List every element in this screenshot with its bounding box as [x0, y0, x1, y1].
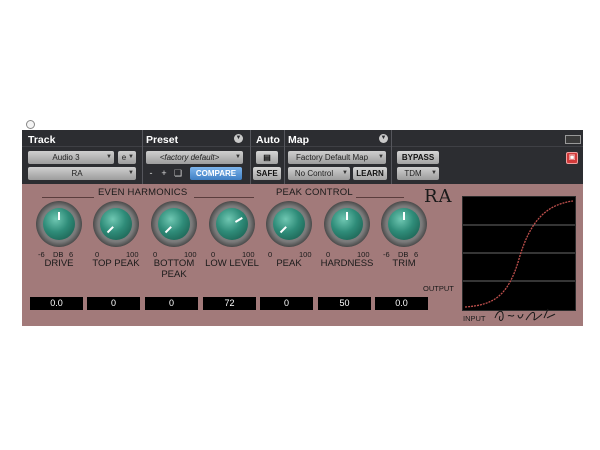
- transfer-curve-graph: [462, 196, 576, 311]
- close-icon[interactable]: ▣: [566, 152, 578, 164]
- group-line: [356, 197, 404, 198]
- preset-selector[interactable]: <factory default> ▼: [146, 151, 243, 164]
- input-label: INPUT: [463, 314, 486, 323]
- top-peak-knob[interactable]: [93, 201, 139, 247]
- group-line: [194, 197, 254, 198]
- top-peak-value: 0: [87, 297, 140, 310]
- knob-indicator: [279, 226, 287, 234]
- section-divider: [142, 130, 143, 184]
- window-indicator: [26, 120, 35, 129]
- learn-button[interactable]: LEARN: [353, 167, 387, 180]
- peak-label: PEAK: [276, 258, 302, 269]
- chevron-down-icon: ▼: [128, 170, 134, 176]
- map-selector[interactable]: Factory Default Map ▼: [288, 151, 386, 164]
- low-level-knob[interactable]: [209, 201, 255, 247]
- format-selector[interactable]: TDM ▼: [397, 167, 439, 180]
- even-harmonics-label: EVEN HARMONICS: [98, 187, 188, 198]
- chevron-down-icon: ▼: [342, 170, 348, 176]
- output-label: OUTPUT: [423, 284, 454, 293]
- drive-value: 0.0: [30, 297, 83, 310]
- ra-logo: RA: [424, 186, 453, 207]
- plugin-window: Track Preset ▼ Auto Map ▼ Audio 3 ▼ e ▼ <f…: [22, 130, 583, 326]
- track-suffix: e: [121, 153, 127, 162]
- compare-button[interactable]: COMPARE: [190, 167, 242, 180]
- control-name: No Control: [294, 169, 334, 178]
- track-selector[interactable]: Audio 3 ▼: [28, 151, 114, 164]
- header-divider: [22, 146, 583, 147]
- insert-selector[interactable]: RA ▼: [28, 167, 136, 180]
- preset-prev-button[interactable]: -: [146, 167, 156, 180]
- hardness-value: 50: [318, 297, 371, 310]
- group-line: [42, 197, 94, 198]
- section-divider: [284, 130, 285, 184]
- map-section-label: Map: [288, 134, 309, 146]
- trim-label: TRIM: [392, 258, 416, 269]
- plugin-body: EVEN HARMONICS PEAK CONTROL RA -6 DB 6 DRIV…: [22, 184, 583, 326]
- top-peak-label: TOP PEAK: [92, 258, 140, 269]
- map-name: Factory Default Map: [295, 153, 369, 162]
- preset-next-button[interactable]: +: [159, 167, 169, 180]
- chevron-down-icon: ▼: [235, 154, 241, 160]
- knob-cap: [331, 208, 363, 240]
- preset-name: <factory default>: [159, 153, 220, 162]
- automation-icon[interactable]: ▤: [256, 151, 278, 164]
- knob-cap: [158, 208, 190, 240]
- chevron-down-icon: ▼: [378, 154, 384, 160]
- knob-indicator: [164, 226, 172, 234]
- track-name: Audio 3: [52, 153, 80, 162]
- bottom-peak-knob[interactable]: [151, 201, 197, 247]
- trim-value: 0.0: [375, 297, 428, 310]
- plugin-header: Track Preset ▼ Auto Map ▼ Audio 3 ▼ e ▼ <f…: [22, 130, 583, 184]
- chevron-down-icon: ▼: [106, 154, 112, 160]
- hardness-label: HARDNESS: [320, 258, 374, 269]
- section-divider: [250, 130, 251, 184]
- bypass-button[interactable]: BYPASS: [397, 151, 439, 164]
- low-level-value: 72: [203, 297, 256, 310]
- knob-cap: [388, 208, 420, 240]
- knob-indicator: [58, 212, 60, 220]
- knob-indicator: [106, 226, 114, 234]
- transfer-curve-svg: [463, 200, 575, 308]
- knob-cap: [273, 208, 305, 240]
- drive-knob[interactable]: [36, 201, 82, 247]
- track-section-label: Track: [28, 134, 56, 146]
- knob-cap: [43, 208, 75, 240]
- transfer-curve: [464, 200, 574, 308]
- map-menu-icon[interactable]: ▼: [379, 134, 388, 143]
- section-divider: [391, 130, 392, 184]
- knob-cap: [216, 208, 248, 240]
- safe-button[interactable]: SAFE: [253, 167, 281, 180]
- peak-control-label: PEAK CONTROL: [276, 187, 353, 198]
- trim-knob[interactable]: [381, 201, 427, 247]
- signature-logo: [494, 308, 556, 321]
- format-name: TDM: [404, 169, 422, 178]
- knob-cap: [100, 208, 132, 240]
- preset-copy-icon[interactable]: ❏: [173, 167, 183, 180]
- low-level-label: LOW LEVEL: [205, 258, 259, 269]
- track-suffix-selector[interactable]: e ▼: [118, 151, 136, 164]
- preset-menu-icon[interactable]: ▼: [234, 134, 243, 143]
- preset-section-label: Preset: [146, 134, 179, 146]
- knob-indicator: [234, 217, 243, 223]
- bottom-peak-value: 0: [145, 297, 198, 310]
- peak-knob[interactable]: [266, 201, 312, 247]
- bottom-peak-label: BOTTOM PEAK: [153, 258, 195, 280]
- auto-section-label: Auto: [256, 134, 280, 146]
- drive-label: DRIVE: [44, 258, 74, 269]
- hardness-knob[interactable]: [324, 201, 370, 247]
- peak-value: 0: [260, 297, 313, 310]
- chevron-down-icon: ▼: [431, 170, 437, 176]
- control-selector[interactable]: No Control ▼: [288, 167, 350, 180]
- knob-indicator: [346, 212, 348, 220]
- battery-icon: [565, 135, 581, 144]
- chevron-down-icon: ▼: [128, 154, 134, 160]
- knob-indicator: [403, 212, 405, 220]
- insert-name: RA: [71, 169, 83, 178]
